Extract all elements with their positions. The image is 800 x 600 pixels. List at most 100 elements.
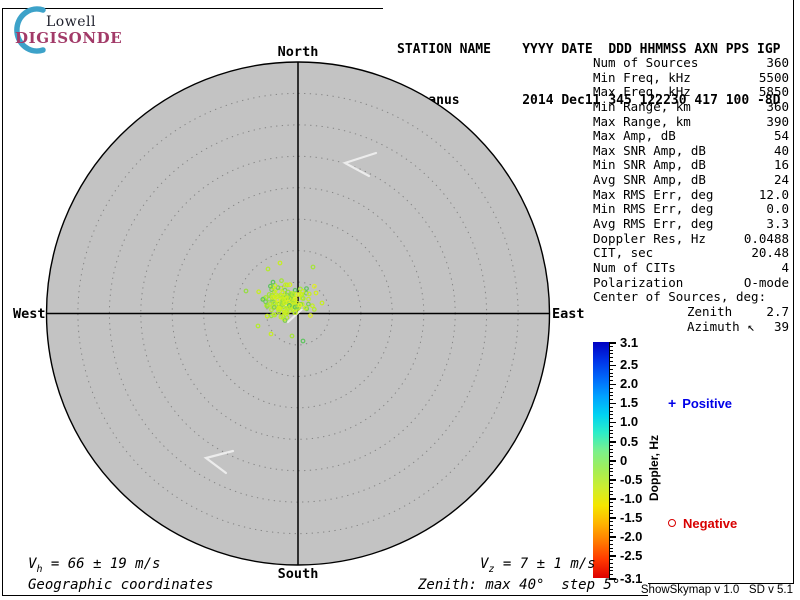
param-row: Avg SNR Amp, dB 24 xyxy=(593,172,789,188)
param-label: Zenith xyxy=(687,303,733,319)
param-label: Min SNR Amp, dB xyxy=(593,157,706,173)
colorbar-minor-tick xyxy=(609,570,613,572)
vz-value: = 7 ± 1 m/s xyxy=(494,556,596,572)
colorbar-minor-tick xyxy=(609,433,613,435)
param-row: Doppler Res, Hz 0.0488 xyxy=(593,230,789,247)
colorbar-tick-label: 0 xyxy=(620,452,628,468)
doppler-colorbar xyxy=(593,342,609,578)
colorbar-minor-tick xyxy=(609,349,613,351)
colorbar-minor-tick xyxy=(609,562,613,564)
colorbar-minor-tick xyxy=(609,505,613,507)
colorbar-minor-tick xyxy=(609,475,613,477)
param-value: 360 xyxy=(766,98,789,114)
colorbar-minor-tick xyxy=(609,532,613,534)
colorbar-tick-label: -1.0 xyxy=(620,490,643,506)
colorbar-minor-tick xyxy=(609,509,613,511)
param-label: Max Freq, kHz xyxy=(593,84,691,100)
param-label: Doppler Res, Hz xyxy=(593,230,706,246)
colorbar-minor-tick xyxy=(609,463,613,465)
plus-icon: + xyxy=(668,395,677,411)
colorbar-tick-label: -2.0 xyxy=(620,528,643,544)
colorbar-tick-label: 2.0 xyxy=(620,376,639,392)
param-row: Zenith 2.7 xyxy=(593,303,789,320)
colorbar-minor-tick xyxy=(609,543,613,545)
param-value: 54 xyxy=(773,128,789,144)
colorbar-major-tick xyxy=(609,342,616,344)
colorbar-tick-label: 0.5 xyxy=(620,433,639,449)
colorbar-tick-label: -3.1 xyxy=(620,570,643,586)
colorbar-minor-tick xyxy=(609,444,613,446)
colorbar-minor-tick xyxy=(609,448,613,450)
colorbar-tick-label: -0.5 xyxy=(620,471,643,487)
compass-south: South xyxy=(277,566,319,582)
param-row: Azimuth ↖ 39 xyxy=(593,318,789,335)
colorbar-minor-tick xyxy=(609,559,613,560)
param-value: 0.0488 xyxy=(743,230,789,246)
colorbar-major-tick xyxy=(609,479,616,481)
colorbar-minor-tick xyxy=(609,566,613,568)
param-row: Polarization O-mode xyxy=(593,274,789,291)
param-row: Num of CITs 4 xyxy=(593,259,789,276)
colorbar-minor-tick xyxy=(609,486,613,488)
colorbar-minor-tick xyxy=(609,494,613,496)
showskymap-window: { "logo": { "line1": "Lowell", "line2": … xyxy=(0,0,800,600)
colorbar-major-tick xyxy=(609,498,616,500)
colorbar-tick-label: -1.5 xyxy=(620,509,643,525)
param-row: Max Range, km 390 xyxy=(593,113,789,130)
param-row: Min Freq, kHz 5500 xyxy=(593,69,789,86)
colorbar-minor-tick xyxy=(609,471,613,473)
param-row: CIT, sec 20.48 xyxy=(593,246,789,261)
param-label: Num of CITs xyxy=(593,259,676,275)
colorbar-tick-label: 2.5 xyxy=(620,357,639,373)
colorbar-tick-label: 1.5 xyxy=(620,395,639,411)
colorbar-minor-tick xyxy=(609,547,613,549)
colorbar-minor-tick xyxy=(609,418,613,420)
colorbar-minor-tick xyxy=(609,368,613,370)
colorbar-minor-tick xyxy=(609,391,613,393)
param-label: Avg SNR Amp, dB xyxy=(593,172,706,188)
colorbar-minor-tick xyxy=(609,574,613,576)
param-value: 12.0 xyxy=(758,186,789,202)
colorbar-minor-tick xyxy=(609,456,613,458)
param-label: Min Freq, kHz xyxy=(593,69,691,85)
circle-icon xyxy=(668,519,676,527)
param-label: Azimuth ↖ xyxy=(687,318,755,334)
colorbar-minor-tick xyxy=(609,361,613,362)
colorbar-minor-tick xyxy=(609,467,613,469)
param-row: Center of Sources, deg: xyxy=(593,290,789,305)
param-value: 39 xyxy=(773,318,789,334)
vh-readout: Vh = 66 ± 19 m/s xyxy=(28,556,160,575)
param-label: Avg RMS Err, deg xyxy=(593,216,714,232)
param-label: Num of Sources xyxy=(593,55,699,70)
compass-north: North xyxy=(277,44,319,60)
zenith-range-note: Zenith: max 40° step 5° xyxy=(418,577,621,593)
colorbar-minor-tick xyxy=(609,539,613,541)
param-label: CIT, sec xyxy=(593,245,654,261)
colorbar-minor-tick xyxy=(609,452,613,454)
negative-label: Negative xyxy=(683,516,738,531)
colorbar-major-tick xyxy=(609,421,616,424)
param-value: 4 xyxy=(781,259,789,275)
param-label: Max RMS Err, deg xyxy=(593,186,714,202)
negative-legend: Negative xyxy=(668,516,737,531)
colorbar-major-tick xyxy=(609,536,616,538)
param-label: Max Range, km xyxy=(593,113,691,129)
param-value: 20.48 xyxy=(751,245,789,261)
param-row: Max RMS Err, deg 12.0 xyxy=(593,186,789,203)
param-row: Max Amp, dB 54 xyxy=(593,129,789,144)
positive-legend: + Positive xyxy=(668,395,732,411)
colorbar-minor-tick xyxy=(609,528,613,530)
param-label: Max Amp, dB xyxy=(593,128,676,144)
vh-value: = 66 ± 19 m/s xyxy=(42,556,161,572)
param-row: Avg RMS Err, deg 3.3 xyxy=(593,216,789,232)
colorbar-minor-tick xyxy=(609,372,613,374)
param-label: Min Range, km xyxy=(593,98,691,114)
param-value: O-mode xyxy=(743,274,789,290)
colorbar-major-tick xyxy=(609,517,616,519)
param-row: Max Freq, kHz 5850 xyxy=(593,85,789,100)
colorbar-minor-tick xyxy=(609,406,613,408)
compass-east: East xyxy=(552,306,585,322)
param-row: Min SNR Amp, dB 16 xyxy=(593,158,789,173)
coords-note: Geographic coordinates xyxy=(28,577,214,593)
colorbar-minor-tick xyxy=(609,513,613,515)
